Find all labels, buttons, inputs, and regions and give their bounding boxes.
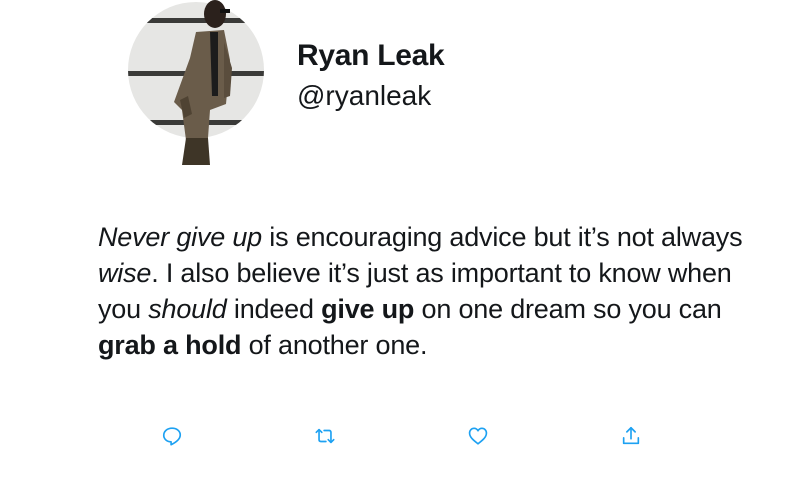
like-icon [468,427,488,445]
display-name[interactable]: Ryan Leak [297,38,445,74]
avatar[interactable] [126,0,266,165]
tweet-text-segment: give up [321,294,415,324]
reply-icon [162,427,182,446]
tweet-card: Ryan Leak @ryanleak Never give up is enc… [0,0,800,500]
tweet-text: Never give up is encouraging advice but … [98,219,758,363]
tweet-text-segment: is encouraging advice but it’s not alway… [262,222,743,252]
tweet-text-segment: wise [98,258,152,288]
retweet-button[interactable] [313,424,337,448]
tweet-text-segment: grab a hold [98,330,242,360]
tweet-text-segment: indeed [226,294,322,324]
share-icon [622,426,640,445]
like-button[interactable] [466,424,490,448]
tweet-text-segment: on one dream so you can [414,294,722,324]
share-button[interactable] [619,424,643,448]
reply-button[interactable] [160,424,184,448]
tweet-text-segment: should [148,294,227,324]
retweet-icon [315,428,335,444]
username-handle[interactable]: @ryanleak [297,78,444,114]
tweet-text-segment: Never give up [98,222,262,252]
user-info[interactable]: Ryan Leak @ryanleak [297,38,445,114]
action-bar [0,424,800,448]
tweet-text-segment: of another one. [241,330,428,360]
